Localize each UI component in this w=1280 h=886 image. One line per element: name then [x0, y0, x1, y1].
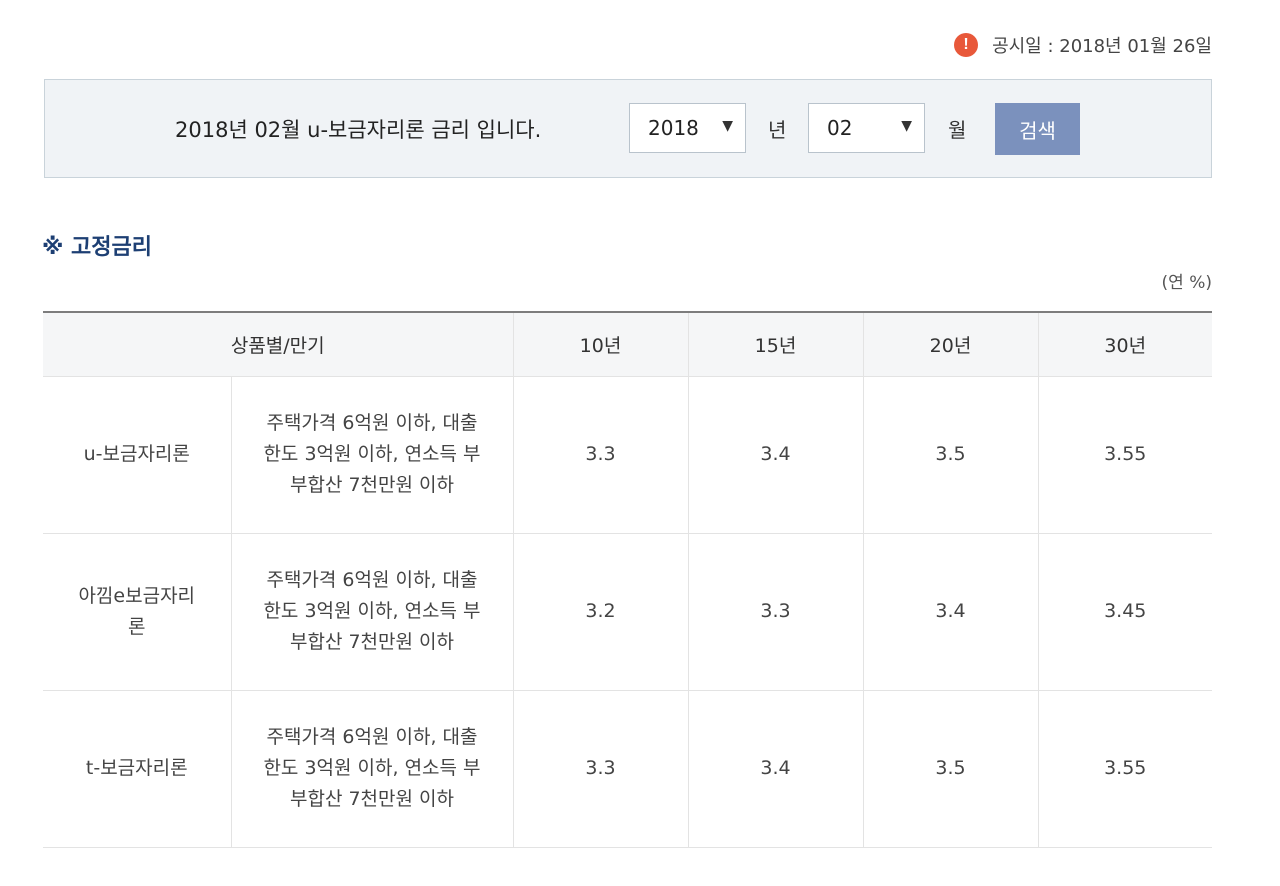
year-select-value: 2018: [648, 116, 699, 140]
rate-20y: 3.5: [862, 376, 1038, 534]
header-15y: 15년: [687, 312, 863, 377]
section-title-fixed-rate: ※ 고정금리: [42, 235, 153, 260]
rate-15y: 3.3: [687, 533, 863, 691]
interest-rate-table: 상품별/만기 10년 15년 20년 30년 u-보금자리론 주택가격 6억원 …: [43, 311, 1212, 848]
rate-20y: 3.5: [862, 690, 1038, 848]
header-10y: 10년: [512, 312, 688, 377]
product-name: u-보금자리론: [43, 376, 231, 534]
table-row: t-보금자리론 주택가격 6억원 이하, 대출한도 3억원 이하, 연소득 부부…: [43, 690, 1212, 848]
rate-15y: 3.4: [687, 690, 863, 848]
rate-10y: 3.3: [512, 376, 688, 534]
year-unit-label: 년: [768, 118, 787, 142]
search-button[interactable]: 검색: [995, 103, 1080, 155]
rate-unit-label: (연 %): [1161, 273, 1212, 293]
month-dropdown-arrow-icon: ▼: [901, 118, 912, 134]
month-select[interactable]: 02 ▼: [808, 103, 925, 153]
product-name: 아낌e보금자리론: [43, 533, 231, 691]
rate-20y: 3.4: [862, 533, 1038, 691]
table-header-row: 상품별/만기 10년 15년 20년 30년: [43, 312, 1212, 377]
header-20y: 20년: [862, 312, 1038, 377]
search-title: 2018년 02월 u-보금자리론 금리 입니다.: [175, 117, 542, 142]
table-row: u-보금자리론 주택가격 6억원 이하, 대출한도 3억원 이하, 연소득 부부…: [43, 376, 1212, 534]
month-unit-label: 월: [948, 118, 967, 142]
rate-30y: 3.55: [1037, 690, 1212, 848]
product-condition: 주택가격 6억원 이하, 대출한도 3억원 이하, 연소득 부부합산 7천만원 …: [230, 690, 513, 848]
header-30y: 30년: [1037, 312, 1212, 377]
announcement-date-text: 공시일 : 2018년 01월 26일: [992, 36, 1212, 57]
rate-30y: 3.55: [1037, 376, 1212, 534]
product-name: t-보금자리론: [43, 690, 231, 848]
year-select[interactable]: 2018 ▼: [629, 103, 746, 153]
table-row: 아낌e보금자리론 주택가격 6억원 이하, 대출한도 3억원 이하, 연소득 부…: [43, 533, 1212, 691]
year-dropdown-arrow-icon: ▼: [722, 118, 733, 134]
product-condition: 주택가격 6억원 이하, 대출한도 3억원 이하, 연소득 부부합산 7천만원 …: [230, 376, 513, 534]
rate-30y: 3.45: [1037, 533, 1212, 691]
search-panel: 2018년 02월 u-보금자리론 금리 입니다. 2018 ▼ 년 02 ▼ …: [44, 79, 1212, 178]
rate-15y: 3.4: [687, 376, 863, 534]
exclamation-icon: !: [954, 33, 979, 57]
header-product-term: 상품별/만기: [43, 312, 513, 377]
rate-10y: 3.3: [512, 690, 688, 848]
rate-10y: 3.2: [512, 533, 688, 691]
product-condition: 주택가격 6억원 이하, 대출한도 3억원 이하, 연소득 부부합산 7천만원 …: [230, 533, 513, 691]
announcement-date: ! 공시일 : 2018년 01월 26일: [954, 30, 1212, 60]
month-select-value: 02: [827, 116, 853, 140]
